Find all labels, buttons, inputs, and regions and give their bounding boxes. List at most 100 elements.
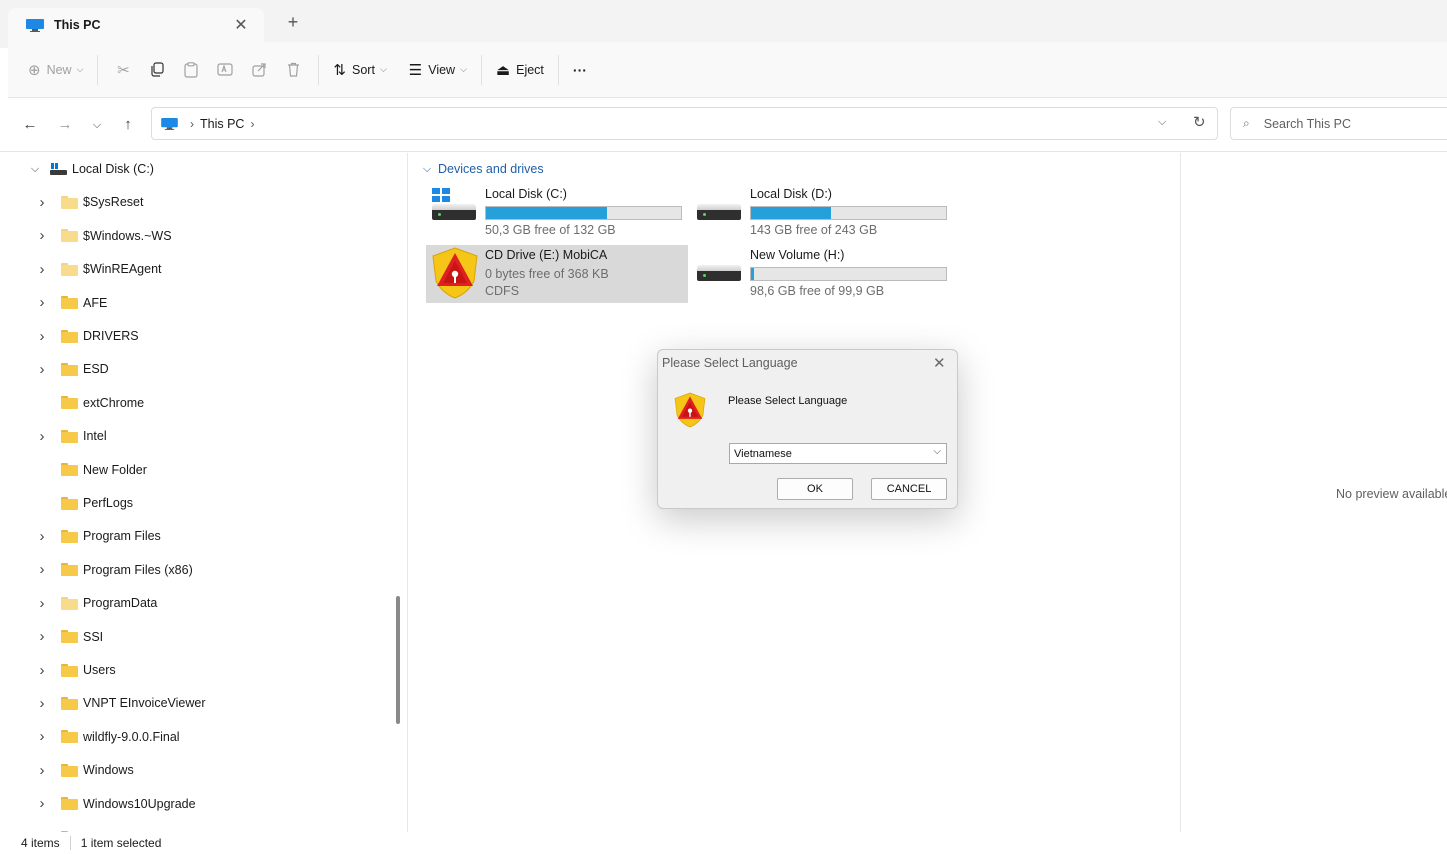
tree-item-drive[interactable]: ⌵ Local Disk (C:) [28,154,154,184]
chevron-right-icon[interactable]: › [35,261,49,278]
tree-item-label: $SysReset [83,195,144,210]
chevron-right-icon[interactable]: › [35,361,49,378]
search-input[interactable] [1263,116,1424,131]
tree-item-folder[interactable]: › Intel [35,421,107,451]
devices-and-drives-header[interactable]: ⌵ Devices and drives [420,162,544,176]
tree-item-folder[interactable]: › Users [35,655,116,685]
hard-drive-icon [432,204,476,226]
chevron-down-icon[interactable]: ⌵ [28,163,42,176]
chevron-right-icon[interactable]: › [35,294,49,311]
tree-item-folder[interactable]: › DRIVERS [35,321,139,351]
tree-item-folder[interactable]: › wildfly-9.0.0.Final [35,722,180,752]
dialog-title: Please Select Language [662,356,798,370]
tree-item-label: $Windows.~WS [83,228,172,243]
dialog-close-button[interactable]: ✕ [933,354,946,372]
tree-item-folder[interactable]: › ESD [35,354,109,384]
drive-h-tile[interactable]: New Volume (H:) 98,6 GB free of 99,9 GB [691,245,953,303]
recent-locations-button[interactable]: ⌵ [86,114,108,136]
eject-button[interactable]: ⏏ Eject [490,54,550,86]
language-select[interactable]: Vietnamese ⌵ [729,443,947,464]
tree-item-folder[interactable]: New Folder [35,455,147,485]
drive-c-tile[interactable]: Local Disk (C:) 50,3 GB free of 132 GB [426,184,688,242]
address-bar[interactable]: › This PC › [151,107,1218,140]
back-button[interactable]: ← [19,114,41,136]
up-button[interactable]: ↑ [117,114,139,136]
chevron-right-icon[interactable]: › [35,595,49,612]
tree-item-label: Windows [83,763,134,778]
view-list-icon: ☰ [408,61,423,79]
refresh-button[interactable]: ↻ [1193,113,1206,131]
tree-item-folder[interactable]: extChrome [35,388,144,418]
hard-drive-icon [697,204,741,226]
tree-item-folder[interactable]: › Windows [35,755,134,785]
plus-circle-icon: ⊕ [28,61,41,79]
chevron-right-icon[interactable]: › [35,528,49,545]
chevron-right-icon[interactable]: › [35,795,49,812]
cancel-button[interactable]: CANCEL [871,478,947,500]
copy-button[interactable] [140,54,174,86]
chevron-right-icon[interactable]: › [35,194,49,211]
forward-button[interactable]: → [54,114,76,136]
chevron-right-icon[interactable]: › [35,762,49,779]
tree-item-folder[interactable]: › SSI [35,622,104,652]
tree-item-folder[interactable]: › $Windows.~WS [35,221,172,251]
new-button[interactable]: ⊕ New ⌵ [22,54,89,86]
chevron-right-icon[interactable]: › [35,227,49,244]
chevron-down-icon: ⌵ [92,119,102,131]
address-history-dropdown[interactable]: ⌵ [1158,116,1166,129]
tree-item-label: wildfly-9.0.0.Final [83,729,180,744]
scissors-icon: ✂ [117,61,130,79]
new-tab-button[interactable]: + [282,12,304,33]
chevron-right-icon[interactable]: › [35,695,49,712]
paste-button[interactable] [174,54,208,86]
chevron-right-icon[interactable]: › [35,628,49,645]
toolbar-divider [480,54,482,85]
drive-e-tile[interactable]: CD Drive (E:) MobiCA 0 bytes free of 368… [426,245,688,303]
monitor-icon [161,117,178,130]
chevron-right-icon[interactable]: › [35,428,49,445]
folder-icon [61,730,78,744]
view-button[interactable]: ☰ View ⌵ [403,54,473,86]
chevron-right-icon[interactable]: › [35,561,49,578]
folder-icon [61,195,78,209]
pane-divider[interactable] [407,153,408,832]
preview-pane-divider[interactable] [1180,153,1181,832]
tree-item-folder[interactable]: ›WpSystem [35,822,143,832]
folder-icon [61,329,78,343]
drive-usage-bar [750,206,947,220]
folder-icon [61,396,78,410]
search-box[interactable]: ⌕ [1230,107,1447,140]
tab-this-pc[interactable]: This PC ✕ [8,8,264,42]
copy-icon [151,62,164,77]
tree-item-folder[interactable]: › VNPT EInvoiceViewer [35,688,206,718]
tree-item-folder[interactable]: › AFE [35,288,108,318]
breadcrumb-chevron-icon[interactable]: › [190,117,194,131]
tree-item-folder[interactable]: › Windows10Upgrade [35,789,196,819]
tree-item-folder[interactable]: › ProgramData [35,588,158,618]
sort-button[interactable]: ⇅ Sort ⌵ [327,54,392,86]
chevron-right-icon[interactable]: › [35,728,49,745]
tree-item-folder[interactable]: › $WinREAgent [35,254,162,284]
tree-item-folder[interactable]: › Program Files [35,521,161,551]
breadcrumb-this-pc[interactable]: This PC [200,117,244,131]
close-tab-icon[interactable]: ✕ [228,15,254,35]
delete-button[interactable] [276,54,310,86]
tree-item-folder[interactable]: › Program Files (x86) [35,555,193,585]
breadcrumb-chevron-icon[interactable]: › [250,117,254,131]
navigation-pane-scrollbar[interactable] [396,596,400,724]
drive-d-tile[interactable]: Local Disk (D:) 143 GB free of 243 GB [691,184,953,242]
rename-button[interactable] [208,54,242,86]
arrow-left-icon: ← [22,116,38,133]
more-options-button[interactable]: ··· [567,54,593,86]
status-bar: 4 items 1 item selected [0,832,1447,854]
sort-button-label: Sort [352,62,375,77]
arrow-up-icon: ↑ [124,116,132,133]
search-icon: ⌕ [1243,116,1250,130]
share-button[interactable] [242,54,276,86]
cut-button[interactable]: ✂ [106,54,140,86]
chevron-right-icon[interactable]: › [35,328,49,345]
tree-item-folder[interactable]: › $SysReset [35,187,144,217]
ok-button[interactable]: OK [777,478,853,500]
tree-item-folder[interactable]: PerfLogs [35,488,133,518]
chevron-right-icon[interactable]: › [35,662,49,679]
